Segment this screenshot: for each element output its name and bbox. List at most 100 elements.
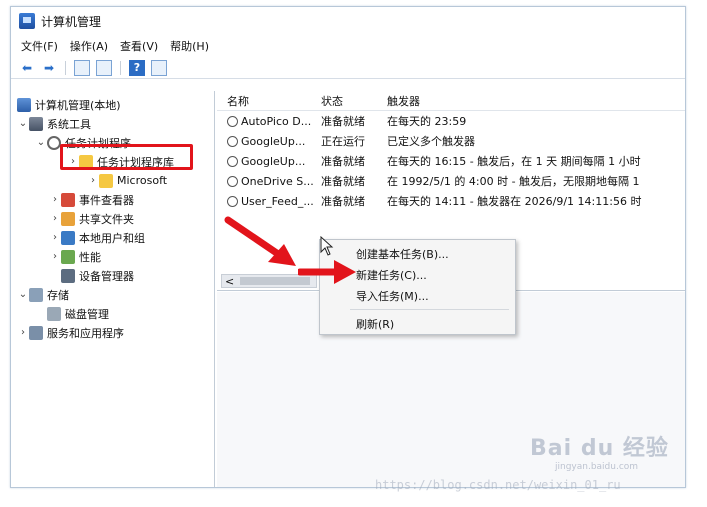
menu-bar: 文件(F) 操作(A) 查看(V) 帮助(H): [11, 35, 685, 57]
tree-item-performance[interactable]: › 性能: [11, 247, 214, 266]
users-icon: [61, 230, 75, 245]
chevron-down-icon[interactable]: ⌄: [35, 137, 47, 148]
device-manager-icon: [61, 268, 75, 283]
url-watermark: https://blog.csdn.net/weixin_01_ru: [375, 478, 621, 492]
tree-item-services-apps[interactable]: › 服务和应用程序: [11, 323, 214, 342]
menu-separator: [350, 309, 509, 310]
table-row[interactable]: OneDrive S... 准备就绪 在 1992/5/1 的 4:00 时 -…: [217, 171, 685, 191]
table-row[interactable]: User_Feed_... 准备就绪 在每天的 14:11 - 触发器在 202…: [217, 191, 685, 211]
table-row[interactable]: GoogleUp... 正在运行 已定义多个触发器: [217, 131, 685, 151]
column-header-status[interactable]: 状态: [317, 93, 383, 109]
chevron-down-icon[interactable]: ⌄: [17, 289, 29, 300]
back-arrow-icon[interactable]: ⬅: [19, 60, 35, 76]
task-trigger: 在每天的 16:15 - 触发后，在 1 天 期间每隔 1 小时: [387, 155, 641, 168]
services-icon: [29, 325, 43, 340]
task-name: User_Feed_...: [241, 194, 314, 208]
computer-management-icon: [19, 13, 35, 29]
up-folder-icon[interactable]: [74, 59, 90, 76]
chevron-right-icon[interactable]: ›: [49, 194, 61, 205]
task-clock-icon: [227, 195, 238, 207]
mouse-cursor-icon: [320, 236, 334, 256]
title-bar: 计算机管理: [11, 7, 685, 35]
chevron-right-icon[interactable]: ›: [17, 327, 29, 338]
tree-item-label: 存储: [47, 288, 69, 302]
folder-icon: [99, 173, 113, 188]
task-status: 准备就绪: [321, 195, 365, 208]
tree-item-label: 本地用户和组: [79, 231, 145, 245]
highlight-box: [60, 144, 193, 170]
forward-arrow-icon[interactable]: ➡: [41, 60, 57, 76]
task-trigger: 已定义多个触发器: [387, 135, 475, 148]
red-arrow-icon: [298, 260, 356, 284]
task-status: 准备就绪: [321, 155, 365, 168]
tree-item-system-tools[interactable]: ⌄ 系统工具: [11, 114, 214, 133]
tree-item-label: 系统工具: [47, 117, 91, 131]
shared-folder-icon: [61, 211, 75, 226]
tree-item-event-viewer[interactable]: › 事件查看器: [11, 190, 214, 209]
chevron-right-icon[interactable]: ›: [87, 175, 99, 186]
menu-item-refresh[interactable]: 刷新(R): [320, 313, 515, 334]
toolbar-separator: [65, 60, 66, 75]
tree-item-label: 性能: [79, 250, 101, 264]
task-trigger: 在 1992/5/1 的 4:00 时 - 触发后，无限期地每隔 1: [387, 175, 640, 188]
tree-item-label: Microsoft: [117, 174, 168, 187]
clock-icon: [47, 135, 61, 150]
tree-item-label: 设备管理器: [79, 269, 134, 283]
show-hide-tree-icon[interactable]: [96, 59, 112, 76]
tree-item-storage[interactable]: ⌄ 存储: [11, 285, 214, 304]
menu-view[interactable]: 查看(V): [120, 38, 158, 54]
task-name: GoogleUp...: [241, 154, 306, 168]
storage-icon: [29, 287, 43, 302]
task-status: 准备就绪: [321, 175, 365, 188]
task-clock-icon: [227, 155, 238, 167]
help-icon[interactable]: ?: [129, 59, 145, 76]
tree-item-microsoft[interactable]: › Microsoft: [11, 171, 214, 190]
baidu-watermark-sub: jingyan.baidu.com: [555, 462, 639, 472]
baidu-watermark: Bai du 经验: [530, 436, 669, 461]
tree-item-computer-management[interactable]: 计算机管理(本地): [11, 95, 214, 114]
task-trigger: 在每天的 23:59: [387, 115, 467, 128]
task-clock-icon: [227, 135, 238, 147]
toolbar-separator: [120, 60, 121, 75]
task-name: AutoPico D...: [241, 114, 312, 128]
table-row[interactable]: AutoPico D... 准备就绪 在每天的 23:59: [217, 111, 685, 131]
chevron-down-icon[interactable]: ⌄: [17, 118, 29, 129]
tree-item-device-manager[interactable]: 设备管理器: [11, 266, 214, 285]
task-clock-icon: [227, 175, 238, 187]
list-header: 名称 状态 触发器: [217, 91, 685, 111]
chevron-right-icon[interactable]: ›: [49, 232, 61, 243]
task-trigger: 在每天的 14:11 - 触发器在 2026/9/1 14:11:56 时: [387, 195, 642, 208]
menu-item-import-task[interactable]: 导入任务(M)...: [320, 285, 515, 306]
computer-icon: [17, 97, 31, 112]
window-title: 计算机管理: [41, 14, 102, 29]
tree-item-disk-management[interactable]: 磁盘管理: [11, 304, 214, 323]
tree-item-shared-folders[interactable]: › 共享文件夹: [11, 209, 214, 228]
table-row[interactable]: GoogleUp... 准备就绪 在每天的 16:15 - 触发后，在 1 天 …: [217, 151, 685, 171]
tree-item-label: 服务和应用程序: [47, 326, 124, 340]
tree-item-label: 事件查看器: [79, 193, 134, 207]
menu-action[interactable]: 操作(A): [70, 38, 108, 54]
tree-item-label: 共享文件夹: [79, 212, 134, 226]
menu-help[interactable]: 帮助(H): [170, 38, 209, 54]
tree-item-local-users[interactable]: › 本地用户和组: [11, 228, 214, 247]
task-status: 准备就绪: [321, 115, 365, 128]
disk-icon: [47, 306, 61, 321]
event-viewer-icon: [61, 192, 75, 207]
chevron-right-icon[interactable]: ›: [49, 251, 61, 262]
performance-icon: [61, 249, 75, 264]
task-status: 正在运行: [321, 135, 365, 148]
menu-file[interactable]: 文件(F): [21, 38, 58, 54]
chevron-right-icon[interactable]: ›: [49, 213, 61, 224]
properties-icon[interactable]: [151, 59, 167, 76]
tools-icon: [29, 116, 43, 131]
context-menu: 创建基本任务(B)... 新建任务(C)... 导入任务(M)... 刷新(R): [319, 239, 516, 335]
task-clock-icon: [227, 115, 238, 127]
task-name: OneDrive S...: [241, 174, 314, 188]
scroll-left-icon[interactable]: <: [225, 275, 234, 288]
task-name: GoogleUp...: [241, 134, 306, 148]
red-arrow-icon: [224, 216, 296, 266]
column-header-name[interactable]: 名称: [217, 93, 317, 109]
toolbar: ⬅ ➡ ?: [11, 57, 685, 79]
column-header-trigger[interactable]: 触发器: [383, 93, 685, 109]
tree-item-label: 磁盘管理: [65, 307, 109, 321]
